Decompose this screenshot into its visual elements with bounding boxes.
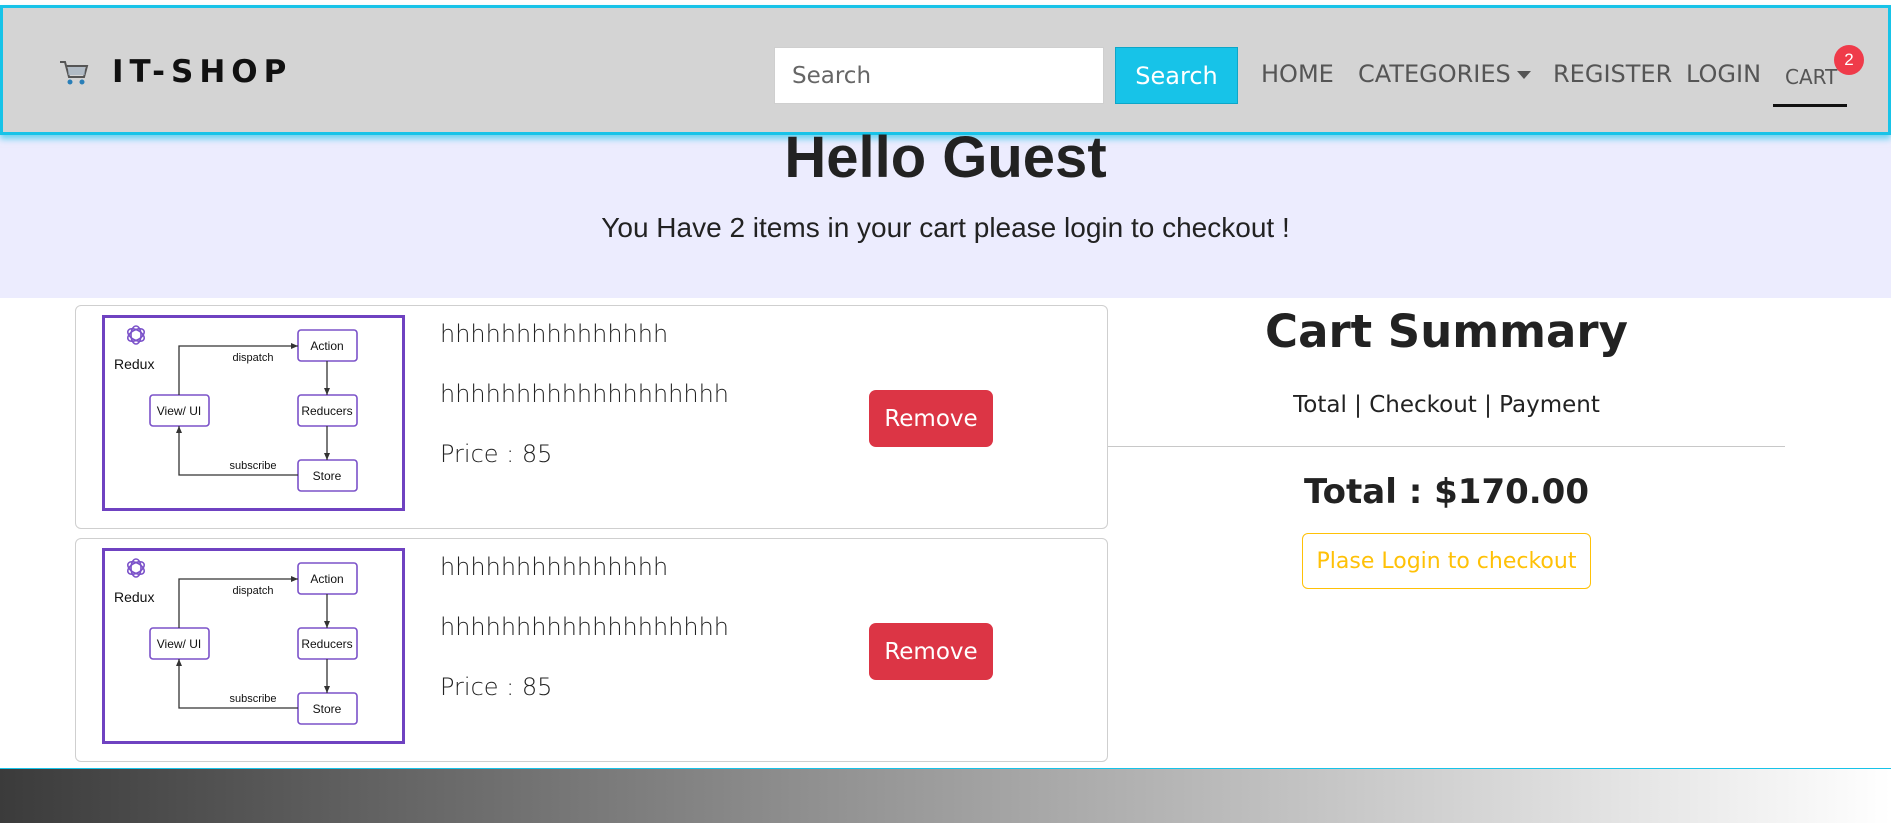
hero-title: Hello Guest (784, 125, 1107, 190)
diagram-subscribe-label: subscribe (229, 460, 276, 472)
cart-total: Total : $170.00 (1303, 472, 1589, 512)
item-description: hhhhhhhhhhhhhhhhhhh (440, 380, 730, 408)
footer (0, 768, 1891, 823)
redux-logo-text: Redux (114, 356, 154, 372)
caret-down-icon (1516, 71, 1531, 79)
summary-divider (1108, 446, 1785, 447)
search-input[interactable] (774, 47, 1104, 104)
diagram-store-label: Store (313, 702, 342, 716)
cart-active-underline (1773, 104, 1847, 107)
cart-summary-title: Cart Summary (1265, 305, 1628, 358)
remove-button[interactable]: Remove (869, 390, 993, 447)
item-description: hhhhhhhhhhhhhhhhhhh (440, 613, 730, 641)
item-price: Price : 85 (440, 440, 552, 468)
brand[interactable]: IT-SHOP (58, 54, 292, 90)
product-image: Redux Action Reducers Store View/ UI dis… (102, 315, 405, 511)
search-button[interactable]: Search (1115, 47, 1238, 104)
cart-count-badge: 2 (1834, 45, 1864, 75)
product-image: Redux Action Reducers Store View/ UI dis… (102, 548, 405, 744)
diagram-subscribe-label: subscribe (229, 693, 276, 705)
navbar: IT-SHOP Search HOME CATEGORIES REGISTER … (0, 5, 1891, 135)
price-value: 85 (521, 673, 553, 701)
item-name: hhhhhhhhhhhhhhh (440, 553, 669, 581)
diagram-view-label: View/ UI (157, 404, 201, 418)
diagram-view-label: View/ UI (157, 637, 201, 651)
diagram-action-label: Action (310, 339, 343, 353)
nav-cart-link[interactable]: CART (1785, 65, 1837, 89)
nav-register-link[interactable]: REGISTER (1553, 60, 1672, 88)
price-value: 85 (521, 440, 553, 468)
diagram-reducers-label: Reducers (301, 637, 352, 651)
diagram-store-label: Store (313, 469, 342, 483)
login-to-checkout-button[interactable]: Plase Login to checkout (1302, 533, 1591, 589)
nav-categories-dropdown[interactable]: CATEGORIES (1358, 60, 1531, 88)
price-label: Price : (440, 440, 522, 468)
hero-subtitle: You Have 2 items in your cart please log… (601, 212, 1290, 243)
item-name: hhhhhhhhhhhhhhh (440, 320, 669, 348)
redux-logo-text: Redux (114, 589, 154, 605)
diagram-dispatch-label: dispatch (233, 352, 274, 364)
cart-item: Redux Action Reducers Store View/ UI dis… (75, 305, 1108, 529)
remove-button[interactable]: Remove (869, 623, 993, 680)
brand-name: IT-SHOP (112, 54, 293, 90)
cart-icon (60, 61, 89, 85)
nav-categories-label: CATEGORIES (1358, 60, 1511, 88)
diagram-dispatch-label: dispatch (233, 585, 274, 597)
diagram-action-label: Action (310, 572, 343, 586)
cart-summary-subtitle: Total | Checkout | Payment (1293, 392, 1600, 418)
price-label: Price : (440, 673, 522, 701)
nav-login-link[interactable]: LOGIN (1686, 60, 1761, 88)
nav-home-link[interactable]: HOME (1261, 60, 1334, 88)
item-price: Price : 85 (440, 673, 552, 701)
diagram-reducers-label: Reducers (301, 404, 352, 418)
cart-item: Redux Action Reducers Store View/ UI dis… (75, 538, 1108, 762)
